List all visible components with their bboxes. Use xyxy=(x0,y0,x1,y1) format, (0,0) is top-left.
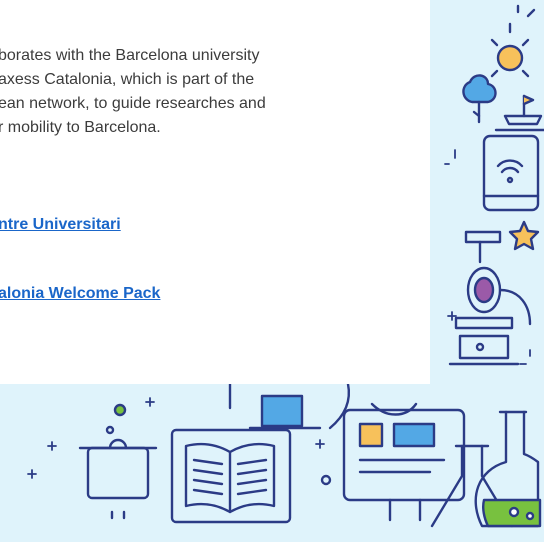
microscope-icon xyxy=(448,230,532,366)
intro-line: borates with the Barcelona university xyxy=(0,47,260,64)
star-icon xyxy=(508,220,540,251)
page: borates with the Barcelona university ax… xyxy=(0,0,544,542)
intro-line: r mobility to Barcelona. xyxy=(0,119,161,136)
tree-icon xyxy=(462,74,497,124)
intro-line: ean network, to guide researches and xyxy=(0,95,266,112)
centre-universitari-link[interactable]: ntre Universitari xyxy=(0,216,121,234)
tablet-wifi-icon xyxy=(482,134,540,212)
book-icon xyxy=(170,428,292,524)
lamp-icon xyxy=(228,382,418,430)
welcome-pack-link[interactable]: alonia Welcome Pack xyxy=(0,285,160,303)
intro-text: borates with the Barcelona university ax… xyxy=(0,44,428,140)
sun-icon xyxy=(490,4,536,78)
boat-icon xyxy=(494,94,544,132)
cooking-pot-icon xyxy=(78,438,158,520)
flask-icon xyxy=(430,410,542,528)
intro-line: axess Catalonia, which is part of the xyxy=(0,71,255,88)
content-card: borates with the Barcelona university ax… xyxy=(0,0,430,384)
